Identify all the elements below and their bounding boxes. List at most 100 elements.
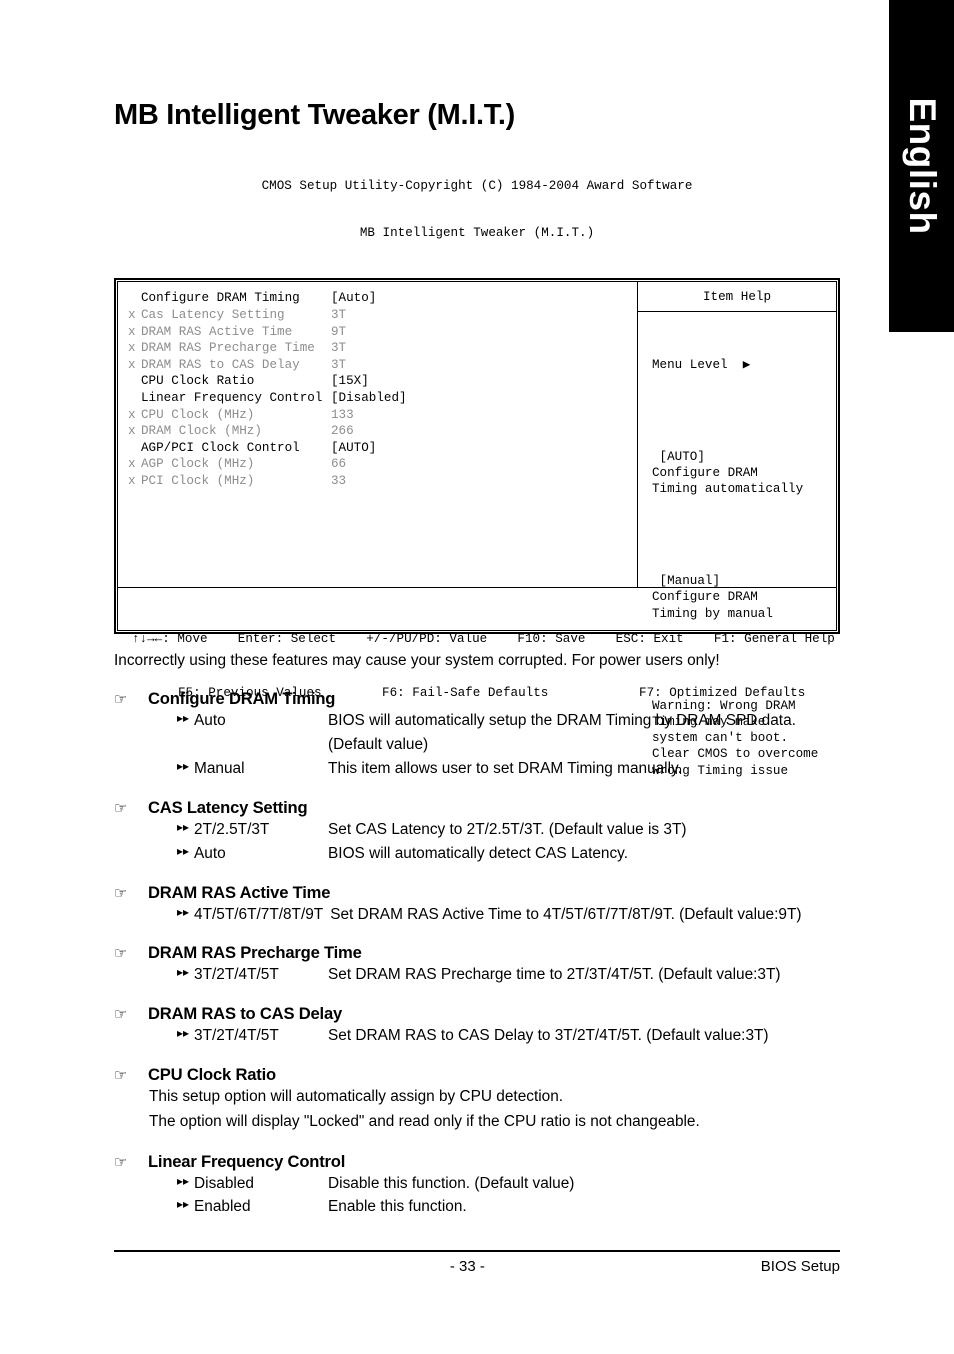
doc-section: ☞ CPU Clock Ratio This setup option will a… <box>114 1065 840 1134</box>
bios-row-disabled-mark: x <box>128 357 136 372</box>
double-chevron-icon: ▸▸ <box>177 1026 190 1041</box>
bios-row-value: 266 <box>331 424 354 439</box>
item-help-title: Item Help <box>638 282 836 313</box>
page-content: MB Intelligent Tweaker (M.I.T.) CMOS Set… <box>114 0 840 1219</box>
menu-level-row: Menu Level ▶ <box>652 357 836 373</box>
doc-section: ☞ DRAM RAS Precharge Time ▸▸ 3T/2T/4T/5T Set… <box>114 943 840 987</box>
bios-row-value: [15X] <box>331 374 369 389</box>
item-help-panel: Item Help Menu Level ▶ [AUTO] Configure … <box>637 282 836 778</box>
bios-row-disabled-mark: x <box>128 424 136 439</box>
option-row: ▸▸ 3T/2T/4T/5T Set DRAM RAS Precharge time… <box>114 963 840 987</box>
section-paragraph: The option will display "Locked" and rea… <box>149 1112 700 1130</box>
double-chevron-icon: ▸▸ <box>177 1173 190 1188</box>
option-description: BIOS will automatically detect CAS Laten… <box>328 844 629 862</box>
bios-setting-row[interactable]: x DRAM RAS Precharge Time 3T <box>128 340 637 357</box>
bios-row-disabled-mark: x <box>128 324 136 339</box>
pointing-hand-icon: ☞ <box>114 1152 128 1171</box>
bios-row-label: DRAM RAS Precharge Time <box>141 341 315 356</box>
bios-row-value: 66 <box>331 457 347 472</box>
section-heading: ☞ DRAM RAS Precharge Time <box>114 943 840 963</box>
bios-setting-row[interactable]: CPU Clock Ratio [15X] <box>128 373 637 390</box>
option-name: 4T/5T/6T/7T/8T/9T <box>194 905 324 923</box>
language-tab: English <box>889 0 954 332</box>
option-description: Disable this function. (Default value) <box>328 1174 575 1192</box>
bios-setting-row[interactable]: x DRAM Clock (MHz) 266 <box>128 423 637 440</box>
bios-row-label: CPU Clock (MHz) <box>141 407 255 422</box>
chevron-right-icon: ▶ <box>742 357 751 372</box>
bios-setting-row[interactable]: x AGP Clock (MHz) 66 <box>128 456 637 473</box>
bios-header-line-2: MB Intelligent Tweaker (M.I.T.) <box>359 225 595 240</box>
menu-level-label: Menu Level <box>652 357 728 372</box>
option-name: Disabled <box>194 1174 254 1192</box>
section-heading: ☞ Linear Frequency Control <box>114 1152 840 1172</box>
bios-settings-list: Configure DRAM Timing [Auto] x Cas Latency … <box>118 282 637 587</box>
option-name: Enabled <box>194 1198 251 1216</box>
option-description: Set DRAM RAS to CAS Delay to 3T/2T/4T/5T… <box>328 1027 769 1045</box>
double-chevron-icon: ▸▸ <box>177 1197 190 1212</box>
bios-header: CMOS Setup Utility-Copyright (C) 1984-20… <box>114 148 840 272</box>
option-name: Auto <box>194 844 226 862</box>
bios-row-label: Linear Frequency Control <box>141 391 323 405</box>
option-description: Set DRAM RAS Active Time to 4T/5T/6T/7T/… <box>330 905 802 923</box>
double-chevron-icon: ▸▸ <box>177 904 190 919</box>
bios-row-label: DRAM Clock (MHz) <box>141 424 262 439</box>
option-row: ▸▸ 2T/2.5T/3T Set CAS Latency to 2T/2.5T/3… <box>114 818 840 842</box>
section-title: DRAM RAS to CAS Delay <box>148 1004 343 1024</box>
item-help-body: Menu Level ▶ [AUTO] Configure DRAM Timin… <box>638 312 836 811</box>
doc-section: ☞ DRAM RAS to CAS Delay ▸▸ 3T/2T/4T/5T Set D… <box>114 1004 840 1048</box>
double-chevron-icon: ▸▸ <box>177 965 190 980</box>
section-title: DRAM RAS Active Time <box>148 882 331 902</box>
bios-row-disabled-mark: x <box>128 457 136 472</box>
bios-row-label: DRAM RAS Active Time <box>141 324 293 339</box>
pointing-hand-icon: ☞ <box>114 1066 128 1085</box>
pointing-hand-icon: ☞ <box>114 944 128 963</box>
bios-setting-row[interactable]: x Cas Latency Setting 3T <box>128 307 637 324</box>
pointing-hand-icon: ☞ <box>114 798 128 817</box>
section-title: Linear Frequency Control <box>148 1151 346 1171</box>
bios-row-value: 33 <box>331 473 347 488</box>
bios-row-value: 9T <box>331 324 347 339</box>
footer-section-label: BIOS Setup <box>760 1258 840 1275</box>
option-row: ▸▸ Disabled Disable this function. (Defaul… <box>114 1172 840 1196</box>
page-footer: - 33 - BIOS Setup <box>114 1258 840 1275</box>
option-row: ▸▸ Auto BIOS will automatically detect CAS… <box>114 842 840 866</box>
bios-row-label: Cas Latency Setting <box>141 308 285 323</box>
bios-row-value: [AUTO] <box>331 440 377 455</box>
bios-setting-row[interactable]: Linear Frequency Control [Disabled] <box>128 390 637 407</box>
bios-row-label: CPU Clock Ratio <box>141 374 255 389</box>
option-row: ▸▸ Enabled Enable this function. <box>114 1195 840 1219</box>
bios-setting-row[interactable]: x PCI Clock (MHz) 33 <box>128 473 637 490</box>
section-paragraph: This setup option will automatically ass… <box>149 1088 564 1106</box>
double-chevron-icon: ▸▸ <box>177 819 190 834</box>
bios-setting-row[interactable]: AGP/PCI Clock Control [AUTO] <box>128 440 637 457</box>
section-heading: ☞ CPU Clock Ratio <box>114 1065 840 1085</box>
section-heading: ☞ DRAM RAS to CAS Delay <box>114 1004 840 1024</box>
option-name: 3T/2T/4T/5T <box>194 1027 279 1045</box>
section-title: DRAM RAS Precharge Time <box>148 943 362 963</box>
section-title: CAS Latency Setting <box>148 797 308 817</box>
section-title: CPU Clock Ratio <box>148 1065 276 1085</box>
item-help-block: [AUTO] Configure DRAM Timing automatical… <box>652 449 804 497</box>
bios-setting-row[interactable]: x DRAM RAS Active Time 9T <box>128 324 637 341</box>
bios-row-disabled-mark: x <box>128 341 136 356</box>
bios-row-value: [Auto] <box>331 291 377 306</box>
bios-setting-row[interactable]: x DRAM RAS to CAS Delay 3T <box>128 357 637 374</box>
option-name: 2T/2.5T/3T <box>194 820 270 838</box>
language-tab-label: English <box>901 97 943 235</box>
option-row: ▸▸ 4T/5T/6T/7T/8T/9T Set DRAM RAS Active T… <box>114 903 840 927</box>
item-help-block: [Manual] Configure DRAM Timing by manual <box>652 574 773 621</box>
bios-setting-row[interactable]: x CPU Clock (MHz) 133 <box>128 407 637 424</box>
bios-row-value: [Disabled] <box>331 391 407 405</box>
bios-setting-row[interactable]: Configure DRAM Timing [Auto] <box>128 290 637 307</box>
page-title: MB Intelligent Tweaker (M.I.T.) <box>114 99 516 131</box>
section-heading: ☞ DRAM RAS Active Time <box>114 883 840 903</box>
bios-row-value: 133 <box>331 407 354 422</box>
bios-screen: Configure DRAM Timing [Auto] x Cas Latency … <box>114 278 840 778</box>
option-description: Set DRAM RAS Precharge time to 2T/3T/4T/… <box>328 966 781 984</box>
bios-row-value: 3T <box>331 357 347 372</box>
bios-row-label: AGP Clock (MHz) <box>141 457 255 472</box>
footer-divider <box>114 1250 840 1252</box>
bios-row-value: 3T <box>331 341 347 356</box>
double-chevron-icon: ▸▸ <box>177 843 190 858</box>
pointing-hand-icon: ☞ <box>114 883 128 902</box>
